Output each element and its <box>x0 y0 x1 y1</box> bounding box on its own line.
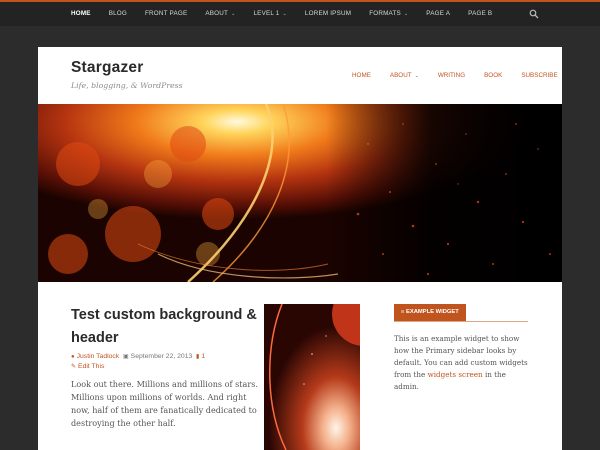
primary-nav-item-about[interactable]: ABOUT ⌄ <box>390 72 419 79</box>
chevron-down-icon: ⌄ <box>403 11 409 17</box>
top-nav-item-level-1[interactable]: LEVEL 1 ⌄ <box>253 2 286 26</box>
post-date[interactable]: September 22, 2013 <box>131 353 193 360</box>
content-card: Stargazer Life, blogging, & WordPress HO… <box>38 47 562 450</box>
menu-icon: ≡ <box>401 309 405 315</box>
post-title[interactable]: Test custom background & header <box>71 304 261 350</box>
post-meta: ● Justin Tadlock ▣ September 22, 2013 ▮ 1 ✎… <box>71 352 271 372</box>
widget-title: ≡ EXAMPLE WIDGET <box>394 304 466 321</box>
top-nav-item-home[interactable]: HOME <box>71 2 91 26</box>
primary-nav-item-home[interactable]: HOME <box>352 72 371 79</box>
pencil-icon: ✎ <box>71 364 77 370</box>
post-excerpt: Look out there. Millions and millions of… <box>71 379 258 428</box>
header-image-graphic <box>38 104 562 282</box>
widget-text: This is an example widget to show how th… <box>394 334 528 391</box>
post-comments-count[interactable]: 1 <box>201 353 205 360</box>
user-icon: ● <box>71 354 75 360</box>
post-author-link[interactable]: Justin Tadlock <box>77 353 120 360</box>
primary-nav-item-subscribe[interactable]: SUBSCRIBE <box>521 72 557 79</box>
header-image <box>38 104 562 282</box>
widgets-screen-link[interactable]: widgets screen <box>428 370 483 379</box>
top-nav-item-page-a[interactable]: PAGE A <box>426 2 450 26</box>
primary-nav: HOME ABOUT ⌄ WRITING BOOK SUBSCRIBE <box>352 72 577 79</box>
top-nav-item-lorem-ipsum[interactable]: LOREM IPSUM <box>305 2 351 26</box>
top-nav-item-about[interactable]: ABOUT ⌄ <box>205 2 235 26</box>
top-nav-bar: HOME BLOG FRONT PAGE ABOUT ⌄ LEVEL 1 ⌄ LOR… <box>0 0 600 26</box>
top-nav-menu: HOME BLOG FRONT PAGE ABOUT ⌄ LEVEL 1 ⌄ LOR… <box>71 2 510 26</box>
site-description: Life, blogging, & WordPress <box>71 81 183 90</box>
site-title[interactable]: Stargazer <box>71 59 143 77</box>
widget-header: ≡ EXAMPLE WIDGET <box>394 304 528 322</box>
comment-icon: ▮ <box>196 354 200 360</box>
chevron-down-icon: ⌄ <box>414 73 419 79</box>
post-featured-image[interactable] <box>264 304 360 450</box>
edit-post-link[interactable]: Edit This <box>78 363 104 370</box>
search-icon[interactable] <box>529 9 539 19</box>
top-nav-item-formats[interactable]: FORMATS ⌄ <box>369 2 408 26</box>
top-nav-item-front-page[interactable]: FRONT PAGE <box>145 2 187 26</box>
chevron-down-icon: ⌄ <box>231 11 236 17</box>
post-featured-image-graphic <box>264 304 360 450</box>
calendar-icon: ▣ <box>122 354 129 360</box>
top-nav-item-page-b[interactable]: PAGE B <box>468 2 492 26</box>
primary-nav-item-book[interactable]: BOOK <box>484 72 502 79</box>
top-nav-item-blog[interactable]: BLOG <box>109 2 127 26</box>
chevron-down-icon: ⌄ <box>282 11 287 17</box>
primary-nav-item-writing[interactable]: WRITING <box>438 72 465 79</box>
